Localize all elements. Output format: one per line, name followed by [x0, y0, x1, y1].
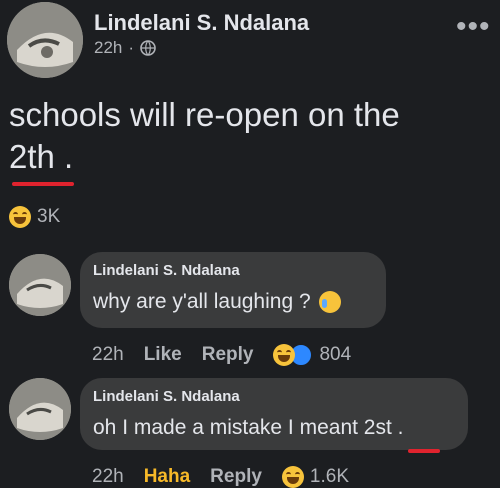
- comment-actions: 22h Like Reply 804: [92, 343, 351, 367]
- comment-reaction-count: 1.6K: [309, 466, 350, 487]
- globe-icon: [140, 40, 156, 56]
- comment-reactions[interactable]: 1.6K: [281, 466, 350, 488]
- red-underline-annotation: [408, 449, 440, 453]
- comment-reaction-count: 804: [319, 344, 352, 365]
- comment-author-name[interactable]: Lindelani S. Ndalana: [93, 388, 240, 405]
- post-author-avatar[interactable]: [7, 2, 83, 78]
- haha-reaction-button[interactable]: Haha: [144, 466, 190, 488]
- crying-laughing-emoji-icon: [318, 291, 341, 313]
- post-reactions[interactable]: 3K: [9, 206, 60, 228]
- like-button[interactable]: Like: [144, 344, 182, 366]
- post-time[interactable]: 22h: [94, 38, 122, 58]
- avatar-image: [7, 2, 83, 78]
- comment-time[interactable]: 22h: [92, 344, 124, 366]
- more-options-button[interactable]: •••: [456, 12, 491, 42]
- comment-author-avatar[interactable]: [9, 378, 71, 440]
- post-reaction-count: 3K: [37, 206, 61, 227]
- comment-time[interactable]: 22h: [92, 466, 124, 488]
- post-text: schools will re-open on the 2th .: [9, 94, 489, 178]
- comment-author-avatar[interactable]: [9, 254, 71, 316]
- reply-button[interactable]: Reply: [210, 466, 262, 488]
- comment-text: why are y'all laughing ?: [93, 290, 311, 313]
- post-text-line-2: 2th .: [9, 138, 74, 175]
- haha-emoji-icon: [281, 466, 304, 488]
- red-underline-annotation: [12, 182, 74, 186]
- comment-actions: 22h Haha Reply 1.6K: [92, 466, 349, 488]
- post-author-name[interactable]: Lindelani S. Ndalana: [94, 10, 309, 36]
- meta-separator: ·: [128, 38, 135, 57]
- avatar-image: [9, 378, 71, 440]
- comment-bubble: Lindelani S. Ndalana why are y'all laugh…: [80, 252, 386, 328]
- post-meta: 22h ·: [94, 38, 156, 58]
- haha-emoji-icon: [9, 206, 31, 228]
- comment-bubble: Lindelani S. Ndalana oh I made a mistake…: [80, 378, 468, 450]
- comment-author-name[interactable]: Lindelani S. Ndalana: [93, 262, 240, 279]
- reply-button[interactable]: Reply: [202, 344, 254, 366]
- comment-text: oh I made a mistake I meant 2st .: [93, 416, 404, 439]
- comment-text-row: why are y'all laughing ?: [93, 290, 341, 314]
- avatar-image: [9, 254, 71, 316]
- comment-reactions[interactable]: 804: [273, 343, 351, 367]
- post-text-line-1: schools will re-open on the: [9, 96, 400, 133]
